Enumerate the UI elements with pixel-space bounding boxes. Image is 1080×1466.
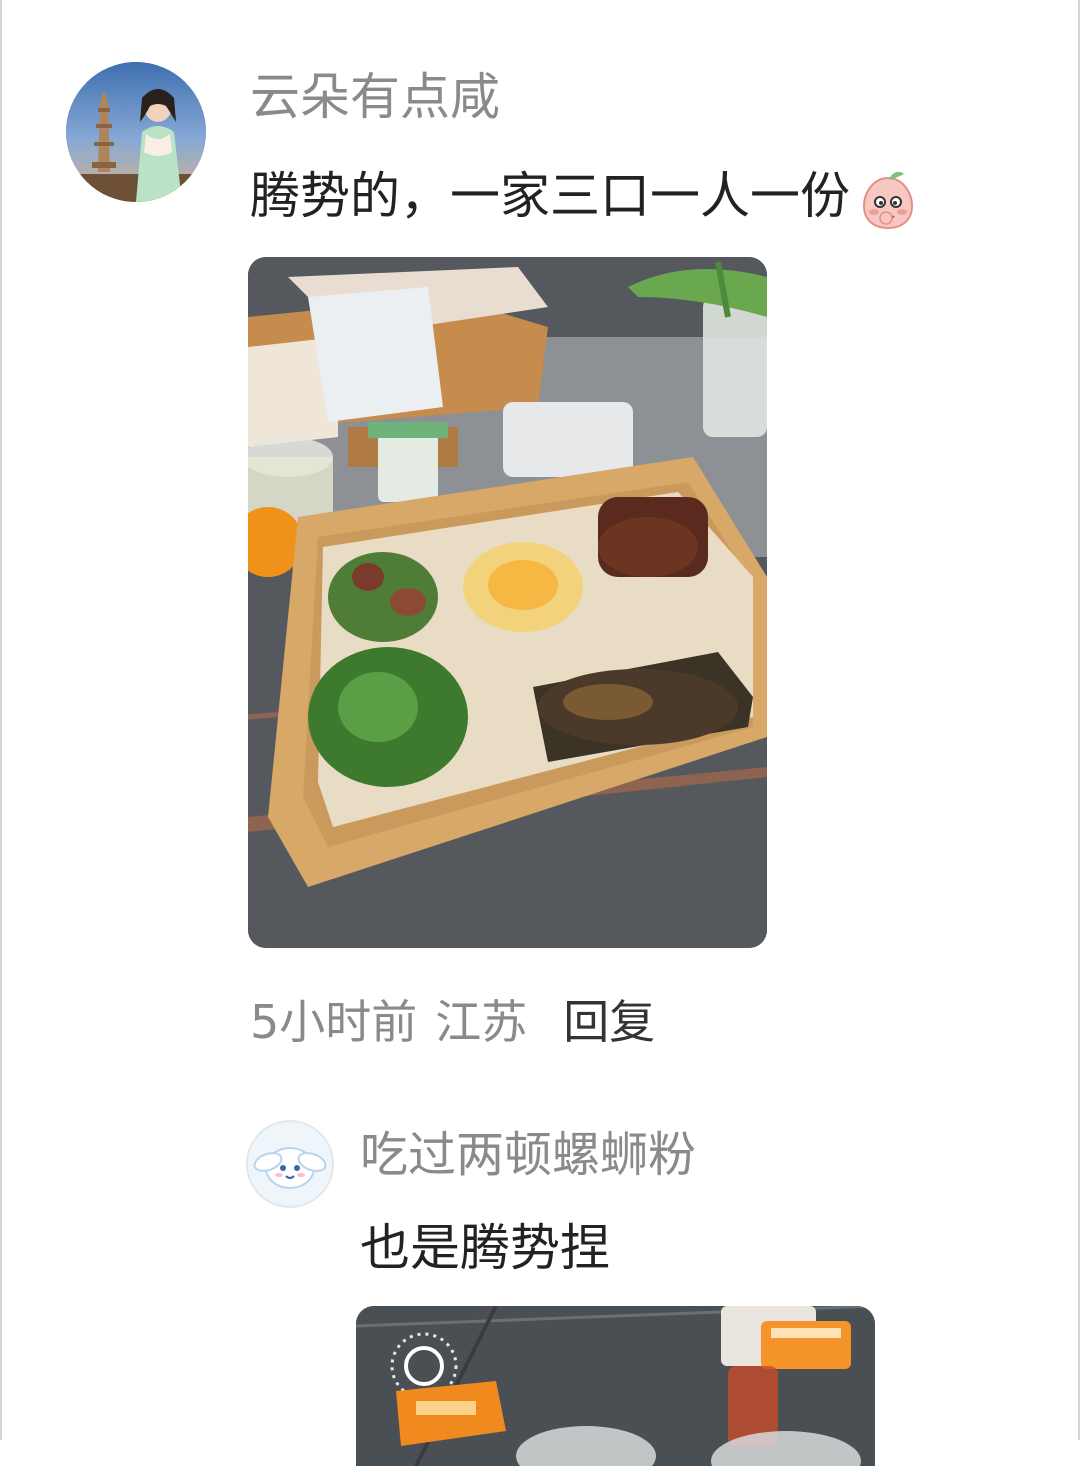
avatar[interactable]	[66, 62, 206, 202]
reply-avatar[interactable]	[246, 1120, 334, 1208]
comment-username[interactable]: 云朵有点咸	[250, 62, 500, 132]
avatar-photo-image	[66, 62, 206, 202]
comment-text-content: 腾势的，一家三口一人一份	[250, 167, 850, 225]
peach-blush-emoji-icon	[856, 168, 920, 232]
comment-location: 江苏	[435, 995, 528, 1049]
reply-username[interactable]: 吃过两顿螺蛳粉	[360, 1120, 696, 1190]
comment-photo[interactable]	[248, 257, 767, 948]
reply-text: 也是腾势捏	[360, 1219, 610, 1277]
reply-lunch-photo-image	[356, 1306, 875, 1466]
cinnamoroll-avatar-image	[248, 1122, 332, 1206]
comment-time: 5小时前	[250, 995, 418, 1049]
frame-border-left	[0, 0, 2, 1440]
reply-photo[interactable]	[356, 1306, 875, 1466]
comment-text: 腾势的，一家三口一人一份	[250, 160, 920, 232]
bento-lunch-photo-image	[248, 257, 767, 948]
comment-meta: 5小时前 江苏 回复	[250, 990, 655, 1054]
reply-button[interactable]: 回复	[563, 995, 655, 1049]
